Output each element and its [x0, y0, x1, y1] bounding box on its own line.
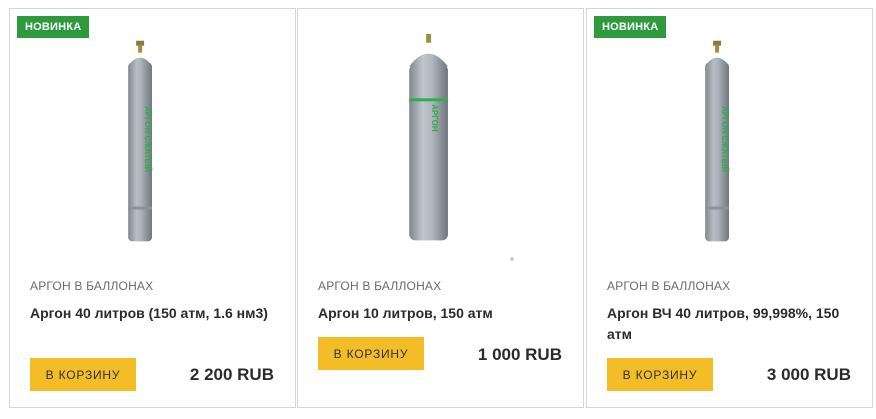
add-to-cart-button[interactable]: В КОРЗИНУ: [30, 358, 136, 391]
product-title[interactable]: Аргон ВЧ 40 литров, 99,998%, 150 атм: [607, 303, 852, 345]
cylinder-label: АРГОН: [430, 104, 439, 132]
category-label: АРГОН В БАЛЛОНАХ: [30, 279, 154, 293]
product-price: 1 000 RUB: [477, 345, 562, 364]
add-to-cart-button[interactable]: В КОРЗИНУ: [318, 337, 424, 370]
product-title[interactable]: Аргон 10 литров, 150 атм: [318, 303, 563, 324]
product-title[interactable]: Аргон 40 литров (150 атм, 1.6 нм3): [30, 303, 275, 324]
cylinder-image[interactable]: АРГОН: [298, 34, 583, 259]
category-label: АРГОН В БАЛЛОНАХ: [318, 279, 442, 293]
product-card[interactable]: НОВИНКА АРГОН СЖАТЫЙ АРГОН В БАЛЛОНАХ Ар…: [9, 8, 296, 408]
cylinder-label: АРГОН СЖАТЫЙ: [720, 106, 729, 172]
product-price: 2 200 RUB: [189, 365, 274, 384]
product-price: 3 000 RUB: [766, 365, 851, 384]
category-label: АРГОН В БАЛЛОНАХ: [607, 279, 731, 293]
add-to-cart-button[interactable]: В КОРЗИНУ: [607, 358, 713, 391]
tall-cylinder-image[interactable]: АРГОН СЖАТЫЙ: [10, 34, 295, 259]
cylinder-label: АРГОН СЖАТЫЙ: [143, 106, 152, 172]
product-card[interactable]: АРГОН АРГОН В БАЛЛОНАХ Аргон 10 литров, …: [297, 8, 584, 408]
decorative-dot: [510, 257, 514, 261]
tall-cylinder-image[interactable]: АРГОН СЖАТЫЙ: [587, 34, 872, 259]
product-card[interactable]: НОВИНКА АРГОН СЖАТЫЙ АРГОН В БАЛЛОНАХ Ар…: [586, 8, 873, 408]
